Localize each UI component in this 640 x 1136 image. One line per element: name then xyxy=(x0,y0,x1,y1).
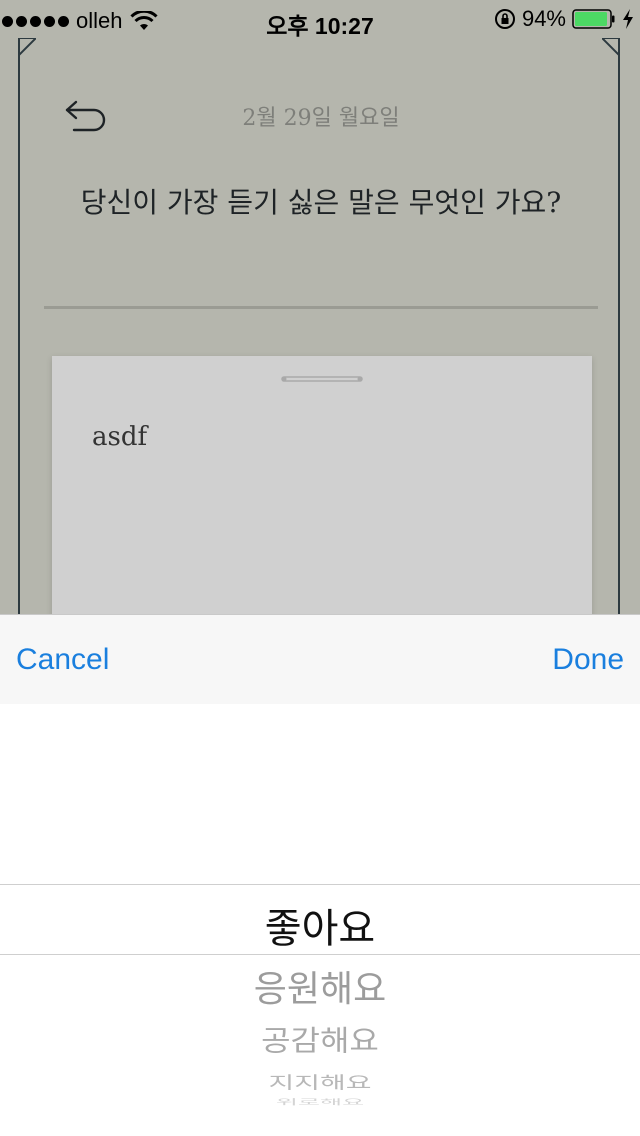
question-card: 2월 29일 월요일 당신이 가장 듣기 싫은 말은 무엇인 가요? asdf xyxy=(18,38,620,656)
selection-line-top xyxy=(0,884,640,885)
status-right: 94% xyxy=(494,6,634,32)
question-text: 당신이 가장 듣기 싫은 말은 무엇인 가요? xyxy=(80,186,562,219)
battery-percent: 94% xyxy=(521,6,566,31)
battery-icon xyxy=(572,9,615,29)
divider xyxy=(44,306,598,309)
picker-option[interactable]: 응원해요 xyxy=(0,960,640,1012)
picker-toolbar: Cancel Done xyxy=(0,614,640,705)
status-bar: olleh 오후 10:27 94% xyxy=(0,0,640,40)
done-button[interactable]: Done xyxy=(552,643,624,677)
picker-option[interactable]: 공감해요 xyxy=(0,1019,640,1059)
selection-line-bottom xyxy=(0,954,640,955)
answer-text[interactable]: asdf xyxy=(92,422,147,452)
entry-date: 2월 29일 월요일 xyxy=(242,106,400,131)
picker-option[interactable]: 위로해요 xyxy=(0,1096,640,1107)
charging-bolt-icon xyxy=(623,9,633,29)
picker-option[interactable]: 지지해요 xyxy=(0,1070,640,1094)
reaction-picker[interactable]: 좋아요 응원해요 공감해요 지지해요 위로해요 xyxy=(0,704,640,1136)
paper-clip-icon xyxy=(281,376,363,382)
corner-decoration xyxy=(602,38,620,56)
cancel-button[interactable]: Cancel xyxy=(16,643,109,677)
rotation-lock-icon xyxy=(494,9,515,29)
corner-decoration xyxy=(18,38,36,56)
picker-option-selected[interactable]: 좋아요 xyxy=(0,896,640,954)
answer-paper[interactable]: asdf xyxy=(52,356,592,656)
